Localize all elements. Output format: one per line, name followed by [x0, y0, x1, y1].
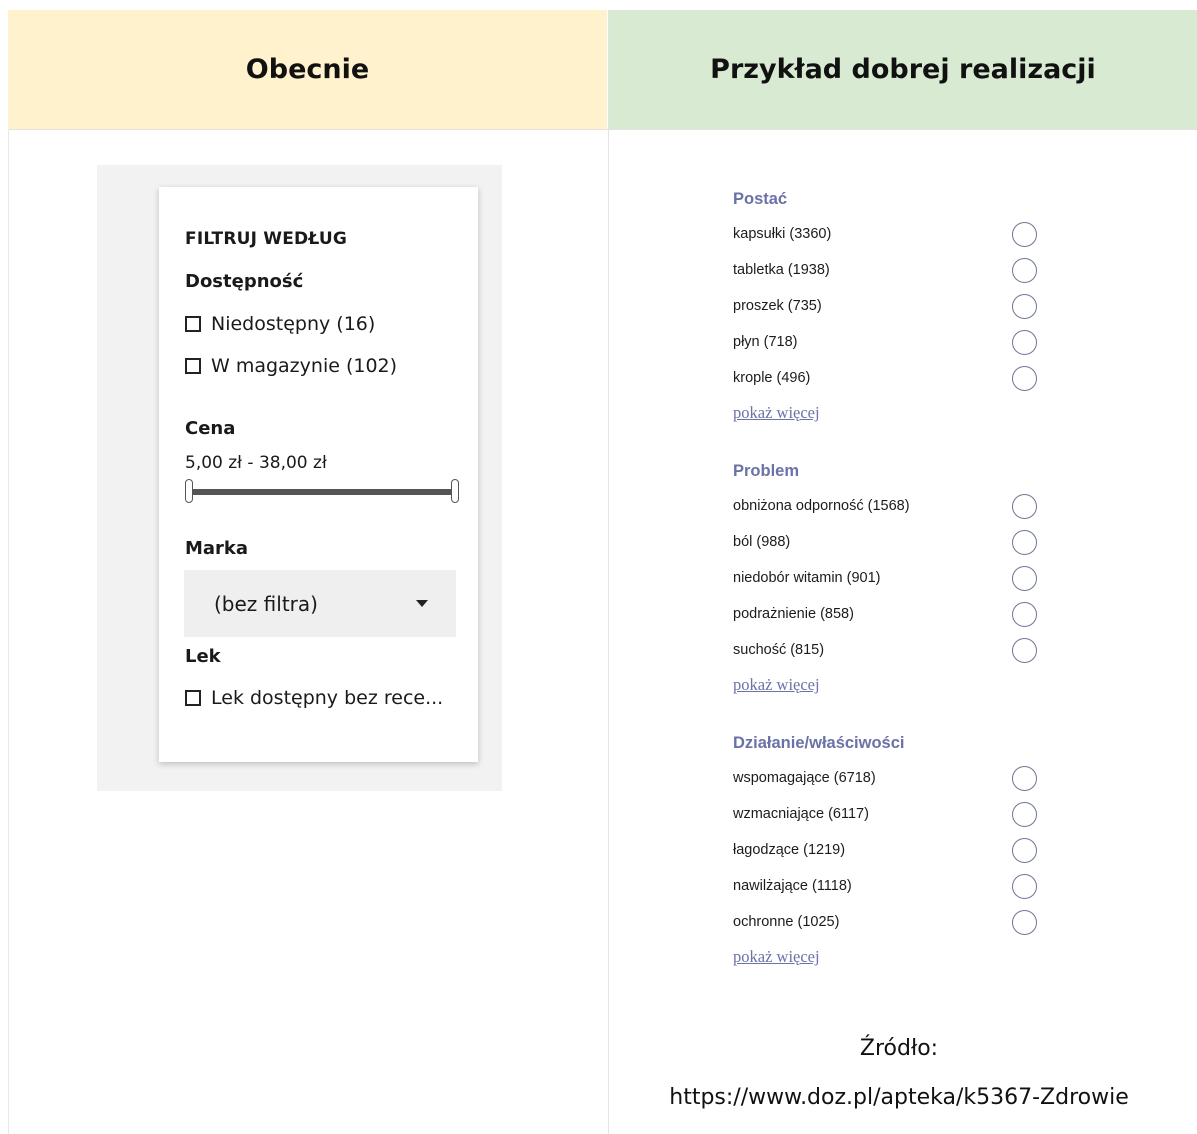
radio-button[interactable]: [1012, 366, 1037, 391]
slider-max-handle[interactable]: [451, 479, 459, 503]
drug-option-otc[interactable]: Lek dostępny bez rece...: [185, 687, 443, 709]
filter-item[interactable]: obniżona odporność (1568): [733, 498, 910, 514]
source-url[interactable]: https://www.doz.pl/apteka/k5367-Zdrowie: [601, 1085, 1197, 1110]
show-more-link[interactable]: pokaż więcej: [733, 675, 820, 695]
filter-item[interactable]: tabletka (1938): [733, 262, 830, 278]
group-title-action: Działanie/właściwości: [733, 734, 905, 752]
availability-label: Dostępność: [185, 271, 304, 292]
radio-button[interactable]: [1012, 802, 1037, 827]
filter-item[interactable]: proszek (735): [733, 298, 822, 314]
availability-option-unavailable[interactable]: Niedostępny (16): [185, 313, 375, 335]
price-range-slider[interactable]: [185, 479, 459, 505]
filter-item[interactable]: nawilżające (1118): [733, 878, 852, 894]
price-label: Cena: [185, 418, 236, 439]
radio-button[interactable]: [1012, 874, 1037, 899]
left-border: [8, 129, 9, 1134]
brand-selected-value: (bez filtra): [214, 591, 318, 616]
filter-card: FILTRUJ WEDŁUG Dostępność Niedostępny (1…: [159, 187, 478, 762]
filter-item[interactable]: suchość (815): [733, 642, 824, 658]
availability-option-in-stock[interactable]: W magazynie (102): [185, 355, 397, 377]
radio-button[interactable]: [1012, 602, 1037, 627]
radio-button[interactable]: [1012, 294, 1037, 319]
option-label: Lek dostępny bez rece...: [211, 687, 444, 709]
filter-item[interactable]: niedobór witamin (901): [733, 570, 881, 586]
source-label: Źródło:: [859, 1036, 939, 1061]
brand-label: Marka: [185, 538, 249, 559]
slider-track: [189, 489, 455, 495]
header-divider: [8, 129, 1197, 130]
filter-item[interactable]: ochronne (1025): [733, 914, 839, 930]
option-label: Niedostępny (16): [211, 313, 376, 335]
radio-button[interactable]: [1012, 330, 1037, 355]
group-title-form: Postać: [733, 190, 788, 208]
radio-button[interactable]: [1012, 258, 1037, 283]
brand-select[interactable]: (bez filtra): [184, 570, 456, 637]
show-more-link[interactable]: pokaż więcej: [733, 403, 820, 423]
checkbox[interactable]: [185, 690, 201, 706]
radio-button[interactable]: [1012, 638, 1037, 663]
price-range-value: 5,00 zł - 38,00 zł: [185, 453, 327, 473]
header-current: Obecnie: [8, 10, 607, 129]
filter-item[interactable]: kapsułki (3360): [733, 226, 831, 242]
option-label: W magazynie (102): [211, 355, 398, 377]
radio-button[interactable]: [1012, 494, 1037, 519]
filter-item[interactable]: łagodzące (1219): [733, 842, 845, 858]
checkbox[interactable]: [185, 316, 201, 332]
radio-button[interactable]: [1012, 910, 1037, 935]
column-divider: [608, 10, 609, 1134]
caret-down-icon: [416, 600, 428, 607]
filter-item[interactable]: płyn (718): [733, 334, 797, 350]
filter-item[interactable]: ból (988): [733, 534, 790, 550]
radio-button[interactable]: [1012, 838, 1037, 863]
filter-item[interactable]: wzmacniające (6117): [733, 806, 869, 822]
radio-button[interactable]: [1012, 530, 1037, 555]
filter-item[interactable]: wspomagające (6718): [733, 770, 876, 786]
filter-item[interactable]: podrażnienie (858): [733, 606, 854, 622]
radio-button[interactable]: [1012, 766, 1037, 791]
drug-label: Lek: [185, 646, 221, 667]
show-more-link[interactable]: pokaż więcej: [733, 947, 820, 967]
checkbox[interactable]: [185, 358, 201, 374]
header-good-example: Przykład dobrej realizacji: [609, 10, 1197, 129]
radio-button[interactable]: [1012, 566, 1037, 591]
filter-item[interactable]: krople (496): [733, 370, 810, 386]
slider-min-handle[interactable]: [185, 479, 193, 503]
radio-button[interactable]: [1012, 222, 1037, 247]
filter-title: FILTRUJ WEDŁUG: [185, 229, 348, 249]
group-title-problem: Problem: [733, 462, 800, 480]
